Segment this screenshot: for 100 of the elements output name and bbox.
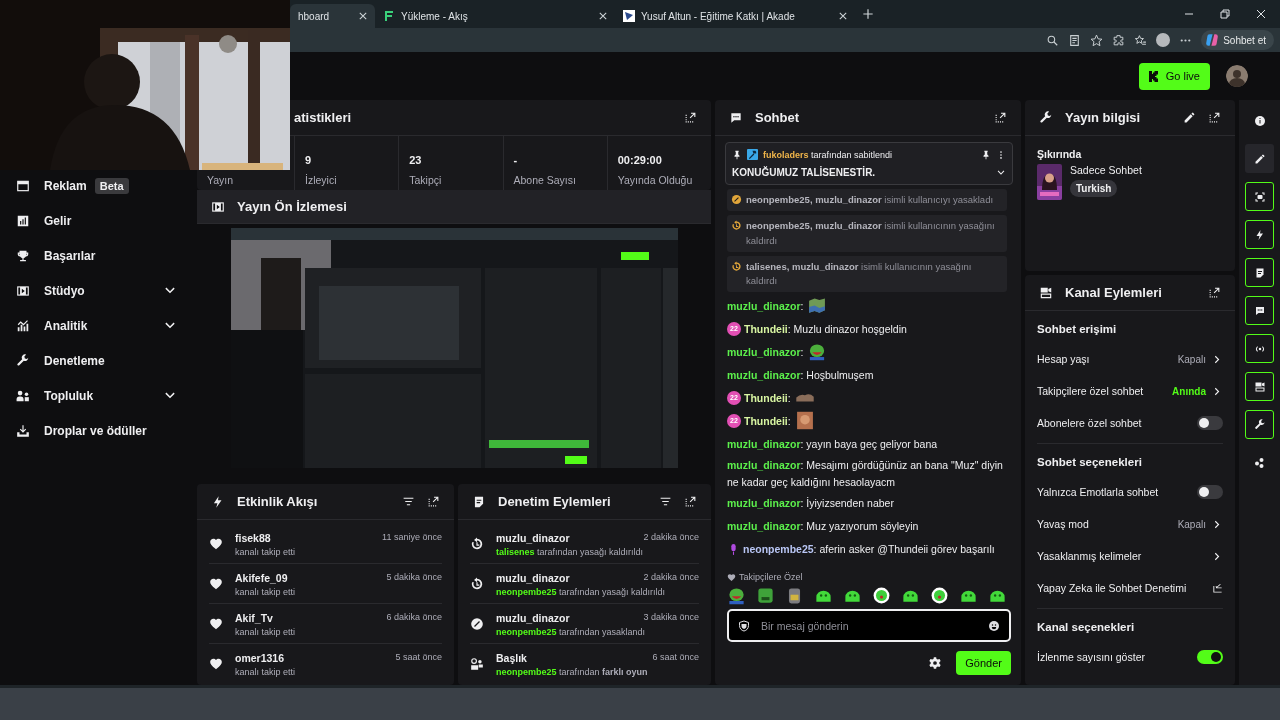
stat-label: Abone Sayısı: [513, 174, 577, 186]
go-live-button[interactable]: Go live: [1138, 62, 1210, 90]
expand-button[interactable]: [1208, 286, 1221, 299]
wrench-button[interactable]: [1245, 410, 1274, 439]
capture-icon: [1253, 190, 1266, 203]
setting-row[interactable]: Takipçilere özel sohbet Anında: [1037, 375, 1223, 407]
stat-value: 23: [409, 154, 423, 166]
sidebar-item[interactable]: Droplar ve ödüller: [16, 421, 177, 441]
sidebar-item[interactable]: Topluluk: [16, 386, 177, 406]
film-icon: [211, 199, 225, 214]
favorites-icon: [1134, 33, 1148, 47]
trophy-icon: [16, 249, 30, 263]
star-icon: [1090, 33, 1104, 47]
chat-message: neonpembe25: aferin asker @Thundeii görev başarılı: [743, 542, 995, 558]
moderation-text: talisenes tarafından yasağı kaldırıldı: [496, 547, 645, 557]
sidebar-item[interactable]: Analitik: [16, 316, 177, 336]
broadcast-button[interactable]: [1245, 334, 1274, 363]
capture-button[interactable]: [1245, 182, 1274, 211]
avatar-icon[interactable]: [1226, 65, 1248, 87]
stat-label: Yayında Olduğu: [617, 174, 694, 186]
undo-icon: [470, 577, 484, 591]
notice-text: neonpembe25, muzlu_dinazor isimli kullanıcının yasağını kaldırdı: [746, 219, 996, 248]
username[interactable]: Akif_Tv: [235, 612, 273, 624]
close-icon[interactable]: [599, 12, 607, 20]
close-icon[interactable]: [359, 12, 367, 20]
timestamp: 5 dakika önce: [386, 572, 442, 584]
tag[interactable]: Turkish: [1070, 180, 1118, 197]
filter-button[interactable]: [659, 495, 672, 508]
send-button[interactable]: Gönder: [956, 651, 1011, 675]
message-input[interactable]: Bir mesaj gönderin: [727, 609, 1011, 642]
expand-icon: [1208, 111, 1221, 124]
new-tab-icon[interactable]: [861, 7, 875, 21]
profile-icon[interactable]: [1156, 33, 1171, 47]
reader-icon: [1068, 33, 1082, 47]
moderator-badge-icon: [747, 149, 758, 160]
moderation-subject: Başlık: [496, 652, 527, 664]
browser-tab[interactable]: Yusuf Altun - Eğitime Katkı | Akade: [615, 4, 855, 28]
pencil-icon: [1253, 152, 1266, 165]
emote-icon[interactable]: [727, 586, 746, 605]
browser-tab[interactable]: Yükleme - Akış: [375, 4, 615, 28]
sidebar-item[interactable]: Reklam Beta: [16, 176, 177, 196]
restore-icon[interactable]: [1220, 9, 1230, 19]
sidebar-item[interactable]: Denetleme: [16, 351, 177, 371]
expand-icon: [994, 111, 1007, 124]
setting-row[interactable]: Yasaklanmış kelimeler: [1037, 540, 1223, 572]
expand-button[interactable]: [427, 495, 440, 508]
toggle-switch[interactable]: [1197, 650, 1223, 664]
copilot-button[interactable]: Sohbet et: [1201, 30, 1274, 50]
undo-icon: [731, 260, 742, 272]
expand-button[interactable]: [1208, 111, 1221, 124]
setting-row[interactable]: Yavaş mod Kapalı: [1037, 508, 1223, 540]
username[interactable]: omer1316: [235, 652, 285, 664]
pencil-button[interactable]: [1245, 144, 1274, 173]
setting-row[interactable]: Yapay Zeka ile Sohbet Denetimi: [1037, 572, 1223, 604]
expand-icon: [684, 495, 697, 508]
expand-button[interactable]: [684, 111, 697, 124]
setting-label: İzlenme sayısını göster: [1037, 651, 1146, 663]
section-heading: Kanal seçenekleri: [1037, 620, 1136, 635]
timestamp: 3 dakika önce: [643, 612, 699, 624]
browser-tab[interactable]: hboard: [290, 4, 375, 28]
activity-text: kanalı takip etti: [235, 587, 297, 597]
close-icon[interactable]: [839, 12, 847, 20]
chat-button[interactable]: [1245, 296, 1274, 325]
chat-message: muzlu_dinazor:: [727, 344, 804, 360]
sidebar-item[interactable]: Başarılar: [16, 246, 177, 266]
wrench-icon: [16, 354, 30, 368]
toggle-switch[interactable]: [1197, 416, 1223, 430]
wrench-icon: [1039, 110, 1053, 125]
sidebar-item[interactable]: Gelir: [16, 211, 177, 231]
pin-button[interactable]: [981, 149, 991, 160]
stat-value: -: [513, 154, 519, 166]
stat-label: Takipçi: [409, 174, 443, 186]
category-name[interactable]: Sadece Sohbet: [1070, 164, 1142, 176]
person-icon: [470, 657, 484, 671]
setting-row[interactable]: Hesap yaşı Kapalı: [1037, 343, 1223, 375]
emote-icon[interactable]: [872, 586, 891, 605]
filter-button[interactable]: [402, 495, 415, 508]
sidebar-item[interactable]: Stüdyo: [16, 281, 177, 301]
expand-button[interactable]: [684, 495, 697, 508]
edit-button[interactable]: [1183, 111, 1196, 124]
bar-chart-icon: [16, 214, 30, 228]
ad-icon: [16, 179, 30, 193]
toggle-switch[interactable]: [1197, 485, 1223, 499]
close-icon[interactable]: [1256, 9, 1266, 19]
emoji-icon: [988, 620, 1000, 632]
settings-button[interactable]: [928, 656, 943, 670]
username[interactable]: fisek88: [235, 532, 271, 544]
camera-icon: [1253, 380, 1266, 393]
username[interactable]: Akifefe_09: [235, 572, 288, 584]
dots-icon: [1253, 456, 1266, 469]
expand-icon: [684, 111, 697, 124]
stat-label: İzleyici: [305, 174, 338, 186]
stat-value: 00:29:00: [617, 154, 663, 166]
timestamp: 6 dakika önce: [386, 612, 442, 624]
bolt-button[interactable]: [1245, 220, 1274, 249]
emote-icon[interactable]: [930, 586, 949, 605]
document-button[interactable]: [1245, 258, 1274, 287]
camera-button[interactable]: [1245, 372, 1274, 401]
expand-button[interactable]: [994, 111, 1007, 124]
chat-icon: [1253, 304, 1266, 317]
